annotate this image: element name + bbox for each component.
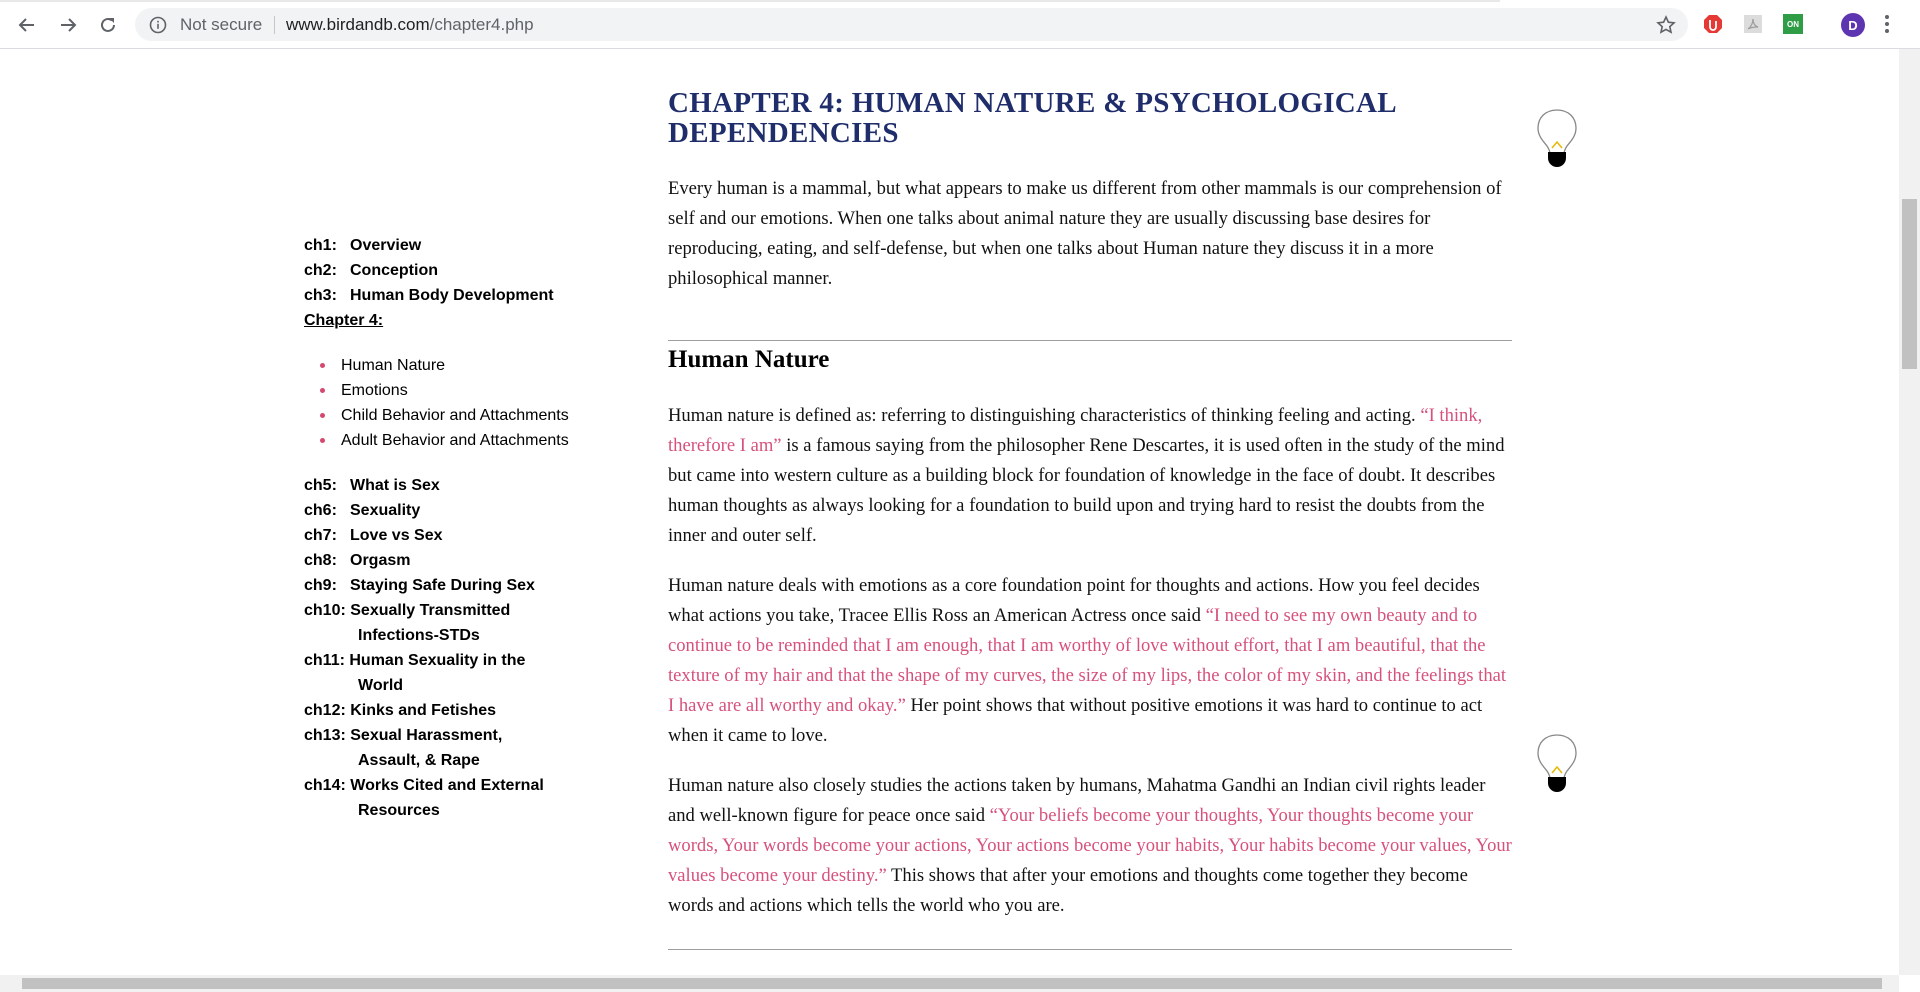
extension-badge-text: ON xyxy=(1787,19,1799,29)
page-title: CHAPTER 4: HUMAN NATURE & PSYCHOLOGICAL … xyxy=(668,87,1396,149)
intro-paragraph: Every human is a mammal, but what appear… xyxy=(668,178,1502,289)
nav-chapter-number: ch11: xyxy=(304,652,345,669)
subnav-adult-behavior[interactable]: Adult Behavior and Attachments xyxy=(304,428,604,453)
nav-chapter-title: Sexually Transmitted xyxy=(350,602,511,619)
nav-chapter-14[interactable]: ch14: Works Cited and External Resources xyxy=(304,773,604,823)
nav-chapter-number: ch6: xyxy=(304,502,337,519)
nav-chapter-title-cont: Assault, & Rape xyxy=(358,752,480,769)
nav-chapter-number: ch10: xyxy=(304,602,346,619)
browser-menu-icon[interactable] xyxy=(1884,14,1890,34)
omnibox-divider xyxy=(274,16,275,34)
nav-chapter-11[interactable]: ch11: Human Sexuality in the World xyxy=(304,648,604,698)
profile-avatar[interactable]: D xyxy=(1841,13,1865,37)
subnav-child-behavior[interactable]: Child Behavior and Attachments xyxy=(304,403,604,428)
reload-icon xyxy=(101,17,115,32)
nav-chapter-10[interactable]: ch10: Sexually Transmitted Infections-STD… xyxy=(304,598,604,648)
section-divider xyxy=(668,340,1512,341)
nav-chapter-title: What is Sex xyxy=(350,477,440,494)
security-status[interactable]: Not secure xyxy=(180,15,262,35)
chapter-content: CHAPTER 4: HUMAN NATURE & PSYCHOLOGICAL … xyxy=(668,88,1512,950)
nav-chapter-1[interactable]: ch1: Overview xyxy=(304,233,604,258)
nav-chapter-number: ch13: xyxy=(304,727,346,744)
bookmark-star-icon[interactable] xyxy=(1656,15,1676,35)
nav-chapter-number: ch3: xyxy=(304,287,337,304)
info-icon[interactable] xyxy=(149,16,167,34)
paragraph-ross: Human nature deals with emotions as a co… xyxy=(668,571,1512,751)
paragraph-text: is a famous saying from the philosopher … xyxy=(668,435,1505,546)
forward-button[interactable] xyxy=(53,12,83,38)
subnav-human-nature[interactable]: Human Nature xyxy=(304,353,604,378)
nav-chapter-title: Human Sexuality in the xyxy=(349,652,526,669)
vertical-scroll-thumb[interactable] xyxy=(1902,199,1917,369)
reload-button[interactable] xyxy=(93,12,123,38)
nav-chapter-number: ch9: xyxy=(304,577,337,594)
nav-chapter-number: ch2: xyxy=(304,262,337,279)
nav-chapter-3[interactable]: ch3: Human Body Development xyxy=(304,283,604,308)
nav-chapter-title: Human Body Development xyxy=(350,287,554,304)
section-divider xyxy=(668,949,1512,950)
paragraph-gandhi: Human nature also closely studies the ac… xyxy=(668,771,1512,921)
lightbulb-icon xyxy=(1537,109,1577,167)
lightbulb-icon xyxy=(1537,734,1577,792)
nav-chapter-title-cont: Resources xyxy=(358,802,440,819)
nav-chapter-7[interactable]: ch7: Love vs Sex xyxy=(304,523,604,548)
nav-current-chapter[interactable]: Chapter 4: xyxy=(304,308,604,333)
nav-chapter-title: Staying Safe During Sex xyxy=(350,577,535,594)
url-domain: www.birdandb.com xyxy=(286,15,430,34)
nav-chapter-title-cont: World xyxy=(358,677,404,694)
nav-chapter-title: Orgasm xyxy=(350,552,411,569)
section-heading: Human Nature xyxy=(668,346,830,373)
nav-chapter-title: Sexual Harassment, xyxy=(350,727,503,744)
nav-chapter-5[interactable]: ch5: What is Sex xyxy=(304,473,604,498)
arrow-right-icon xyxy=(61,18,77,32)
nav-chapter-title: Overview xyxy=(350,237,422,254)
nav-chapter-number: ch8: xyxy=(304,552,337,569)
loading-bar xyxy=(0,0,1500,2)
nav-chapter-title: Love vs Sex xyxy=(350,527,443,544)
nav-chapter-title: Works Cited and External xyxy=(350,777,544,794)
vertical-scrollbar[interactable] xyxy=(1899,49,1920,975)
on-extension-icon[interactable]: ON xyxy=(1783,14,1803,34)
url-text[interactable]: www.birdandb.com/chapter4.php xyxy=(286,15,534,35)
address-bar[interactable]: Not secure www.birdandb.com/chapter4.php xyxy=(135,8,1688,41)
subnav-emotions[interactable]: Emotions xyxy=(304,378,604,403)
nav-chapter-9[interactable]: ch9: Staying Safe During Sex xyxy=(304,573,604,598)
paragraph-text: Human nature is defined as: referring to… xyxy=(668,405,1421,426)
arrow-left-icon xyxy=(18,18,34,32)
adblock-extension-icon[interactable] xyxy=(1703,14,1723,34)
nav-chapter-number: ch14: xyxy=(304,777,346,794)
url-path: /chapter4.php xyxy=(429,15,534,34)
nav-chapter-number: ch12: xyxy=(304,702,346,719)
nav-chapter-title-cont: Infections-STDs xyxy=(358,627,480,644)
chapter-4-subsections: Human Nature Emotions Child Behavior and… xyxy=(304,353,604,453)
nav-chapter-number: ch5: xyxy=(304,477,337,494)
nav-chapter-title: Kinks and Fetishes xyxy=(350,702,497,719)
profile-initial: D xyxy=(1848,17,1858,33)
nav-chapter-number: ch7: xyxy=(304,527,337,544)
nav-chapter-6[interactable]: ch6: Sexuality xyxy=(304,498,604,523)
chapter-nav: ch1: Overview ch2: Conception ch3: Human Bo… xyxy=(304,233,604,823)
horizontal-scrollbar[interactable] xyxy=(0,975,1899,992)
browser-toolbar: Not secure www.birdandb.com/chapter4.php… xyxy=(0,0,1920,49)
nav-chapter-title: Sexuality xyxy=(350,502,421,519)
nav-chapter-number: ch1: xyxy=(304,237,337,254)
nav-chapter-title: Conception xyxy=(350,262,438,279)
horizontal-scroll-thumb[interactable] xyxy=(22,978,1882,989)
back-button[interactable] xyxy=(12,12,42,38)
paragraph-descartes: Human nature is defined as: referring to… xyxy=(668,401,1512,551)
nav-chapter-2[interactable]: ch2: Conception xyxy=(304,258,604,283)
nav-chapter-13[interactable]: ch13: Sexual Harassment, Assault, & Rape xyxy=(304,723,604,773)
nav-chapter-8[interactable]: ch8: Orgasm xyxy=(304,548,604,573)
nav-chapter-12[interactable]: ch12: Kinks and Fetishes xyxy=(304,698,604,723)
pdf-extension-icon[interactable] xyxy=(1743,14,1763,34)
